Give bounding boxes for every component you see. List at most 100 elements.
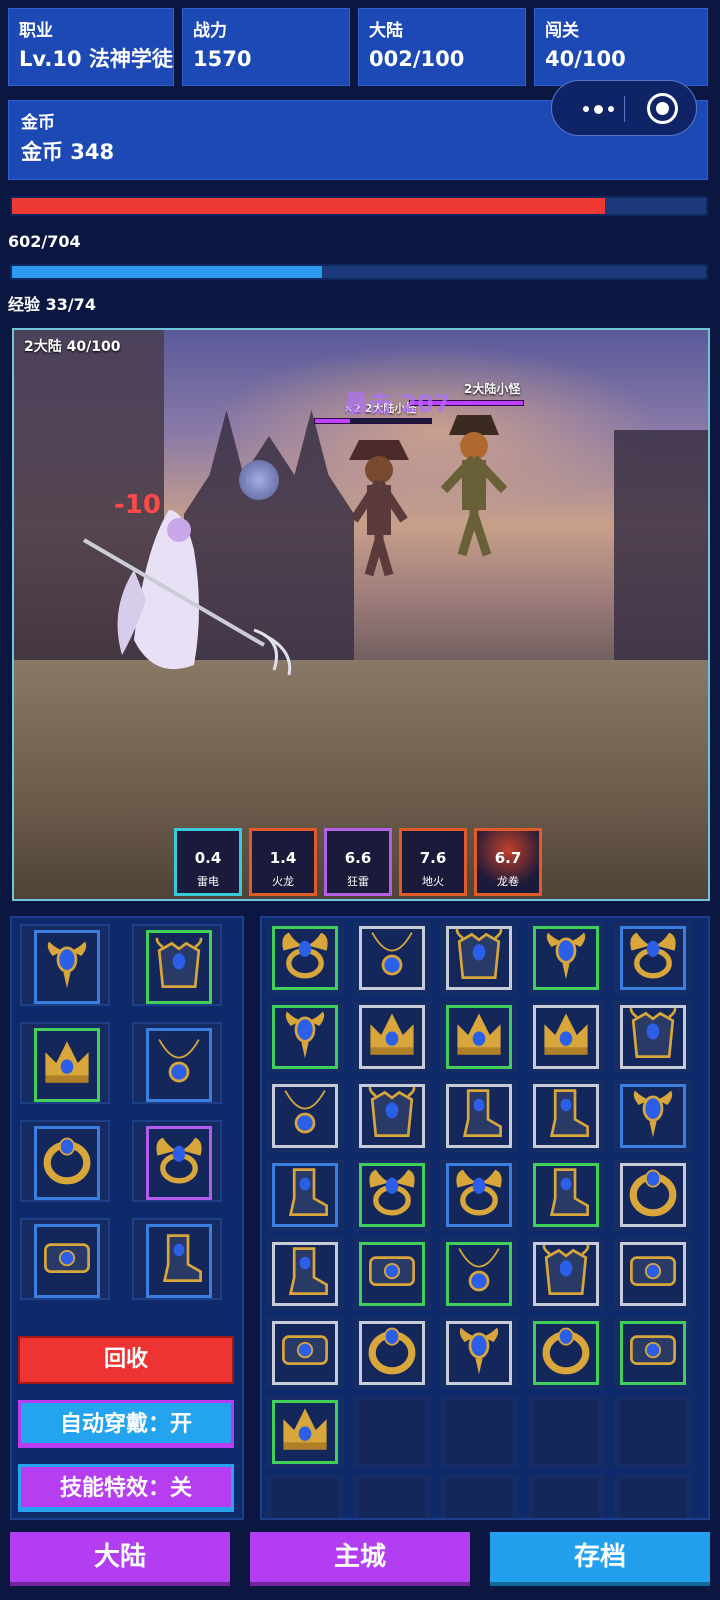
inventory-slot-winged-ring[interactable] (440, 1159, 518, 1231)
equip-slot-amulet[interactable] (20, 924, 110, 1006)
inventory-slot-frame (359, 1163, 425, 1227)
equip-slot-frame (34, 930, 100, 1004)
equip-slot-boots[interactable] (132, 1218, 222, 1300)
amulet-icon (278, 1007, 332, 1067)
inventory-slot-winged-ring[interactable] (353, 1159, 431, 1231)
recycle-button[interactable]: 回收 (18, 1336, 234, 1384)
skill-effects-toggle[interactable]: 技能特效：关 (18, 1464, 234, 1512)
skill-cooldown: 6.7 (494, 849, 522, 867)
inventory-slot-frame (533, 1321, 599, 1385)
inventory-slot-bracer[interactable] (353, 1238, 431, 1310)
inventory-slot-frame (359, 926, 425, 990)
inventory-slot-crown[interactable] (266, 1396, 344, 1468)
inventory-slot-amulet[interactable] (440, 1317, 518, 1389)
inventory-slot-amulet[interactable] (527, 922, 605, 994)
inventory-slot-frame (620, 1163, 686, 1227)
equip-slot-frame (146, 1224, 212, 1298)
inventory-slot-armor[interactable] (353, 1080, 431, 1152)
inventory-slot-frame (533, 1242, 599, 1306)
inventory-slot-frame (359, 1084, 425, 1148)
skill-thunder[interactable]: 0.4 雷电 (174, 828, 242, 896)
equip-slot-frame (146, 1028, 212, 1102)
inventory-slot-frame (533, 1005, 599, 1069)
inventory-slot-empty[interactable] (614, 1396, 692, 1468)
inventory-slot-frame (272, 1479, 338, 1518)
inventory-slot-crown[interactable] (353, 1001, 431, 1073)
winged-ring-icon (452, 1165, 506, 1225)
skill-earth-fire[interactable]: 7.6 地火 (399, 828, 467, 896)
more-menu-icon[interactable] (572, 95, 624, 123)
inventory-slot-frame (620, 1242, 686, 1306)
inventory-slot-necklace[interactable] (440, 1238, 518, 1310)
scarecrow-enemy-1[interactable] (429, 410, 519, 560)
inventory-slot-ring[interactable] (353, 1317, 431, 1389)
stat-class-value: Lv.10 法神学徒 (19, 47, 173, 71)
inventory-slot-ring[interactable] (527, 1317, 605, 1389)
equip-slot-bracer[interactable] (20, 1218, 110, 1300)
inventory-slot-armor[interactable] (527, 1238, 605, 1310)
armor-icon (152, 937, 206, 997)
stat-continent-value: 002/100 (369, 47, 465, 71)
inventory-slot-ring[interactable] (614, 1159, 692, 1231)
exp-bar (10, 264, 708, 280)
inventory-slot-boots[interactable] (266, 1159, 344, 1231)
skill-name: 火龙 (272, 875, 294, 888)
inventory-slot-necklace[interactable] (353, 922, 431, 994)
ring-icon (626, 1165, 680, 1225)
inventory-slot-necklace[interactable] (266, 1080, 344, 1152)
inventory-slot-boots[interactable] (266, 1238, 344, 1310)
skill-fire-dragon[interactable]: 1.4 火龙 (249, 828, 317, 896)
inventory-slot-frame (446, 1084, 512, 1148)
close-target-icon[interactable] (647, 93, 678, 124)
inventory-slot-winged-ring[interactable] (614, 922, 692, 994)
inventory-slot-amulet[interactable] (266, 1001, 344, 1073)
inventory-slot-bracer[interactable] (614, 1238, 692, 1310)
inventory-slot-empty[interactable] (527, 1475, 605, 1518)
skill-tornado[interactable]: 6.7 龙卷 (474, 828, 542, 896)
equip-slot-winged-ring[interactable] (132, 1120, 222, 1202)
inventory-slot-boots[interactable] (440, 1080, 518, 1152)
inventory-slot-bracer[interactable] (266, 1317, 344, 1389)
inventory-slot-crown[interactable] (527, 1001, 605, 1073)
necklace-icon (152, 1035, 206, 1095)
inventory-slot-armor[interactable] (614, 1001, 692, 1073)
auto-equip-toggle[interactable]: 自动穿戴：开 (18, 1400, 234, 1448)
equip-slot-frame (34, 1028, 100, 1102)
inventory-slot-frame (359, 1321, 425, 1385)
inventory-slot-frame (272, 1005, 338, 1069)
armor-icon (626, 1007, 680, 1067)
continent-button[interactable]: 大陆 (10, 1532, 230, 1586)
stat-continent-label: 大陆 (369, 21, 403, 41)
inventory-slot-crown[interactable] (440, 1001, 518, 1073)
inventory-slot-frame (533, 1084, 599, 1148)
inventory-slot-boots[interactable] (527, 1159, 605, 1231)
main-city-button[interactable]: 主城 (250, 1532, 470, 1586)
inventory-slot-empty[interactable] (266, 1475, 344, 1518)
inventory-slot-winged-ring[interactable] (266, 922, 344, 994)
inventory-slot-amulet[interactable] (614, 1080, 692, 1152)
equip-slot-necklace[interactable] (132, 1022, 222, 1104)
stat-power: 战力 1570 (182, 8, 350, 86)
right-ruin (614, 430, 708, 680)
inventory-slot-armor[interactable] (440, 922, 518, 994)
inventory-slot-empty[interactable] (527, 1396, 605, 1468)
inventory-slot-frame (620, 1479, 686, 1518)
inventory-slot-empty[interactable] (614, 1475, 692, 1518)
necklace-icon (278, 1086, 332, 1146)
scarecrow-enemy-2[interactable] (334, 430, 424, 580)
inventory-slot-boots[interactable] (527, 1080, 605, 1152)
inventory-slot-empty[interactable] (353, 1396, 431, 1468)
equip-slot-crown[interactable] (20, 1022, 110, 1104)
inventory-slot-empty[interactable] (440, 1396, 518, 1468)
stat-power-label: 战力 (193, 21, 227, 41)
inventory-slot-bracer[interactable] (614, 1317, 692, 1389)
equip-slot-frame (34, 1224, 100, 1298)
battle-scene[interactable]: 2大陆 40/100 ×2 2大陆小怪 2大陆小怪 暴击 207 -10 0.4… (12, 328, 710, 901)
inventory-slot-empty[interactable] (353, 1475, 431, 1518)
skill-mad-thunder[interactable]: 6.6 狂雷 (324, 828, 392, 896)
save-button[interactable]: 存档 (490, 1532, 710, 1586)
equip-slot-ring[interactable] (20, 1120, 110, 1202)
skill-bar: 0.4 雷电 1.4 火龙 6.6 狂雷 7.6 地火 6.7 龙卷 (174, 828, 542, 896)
inventory-slot-empty[interactable] (440, 1475, 518, 1518)
equip-slot-armor[interactable] (132, 924, 222, 1006)
